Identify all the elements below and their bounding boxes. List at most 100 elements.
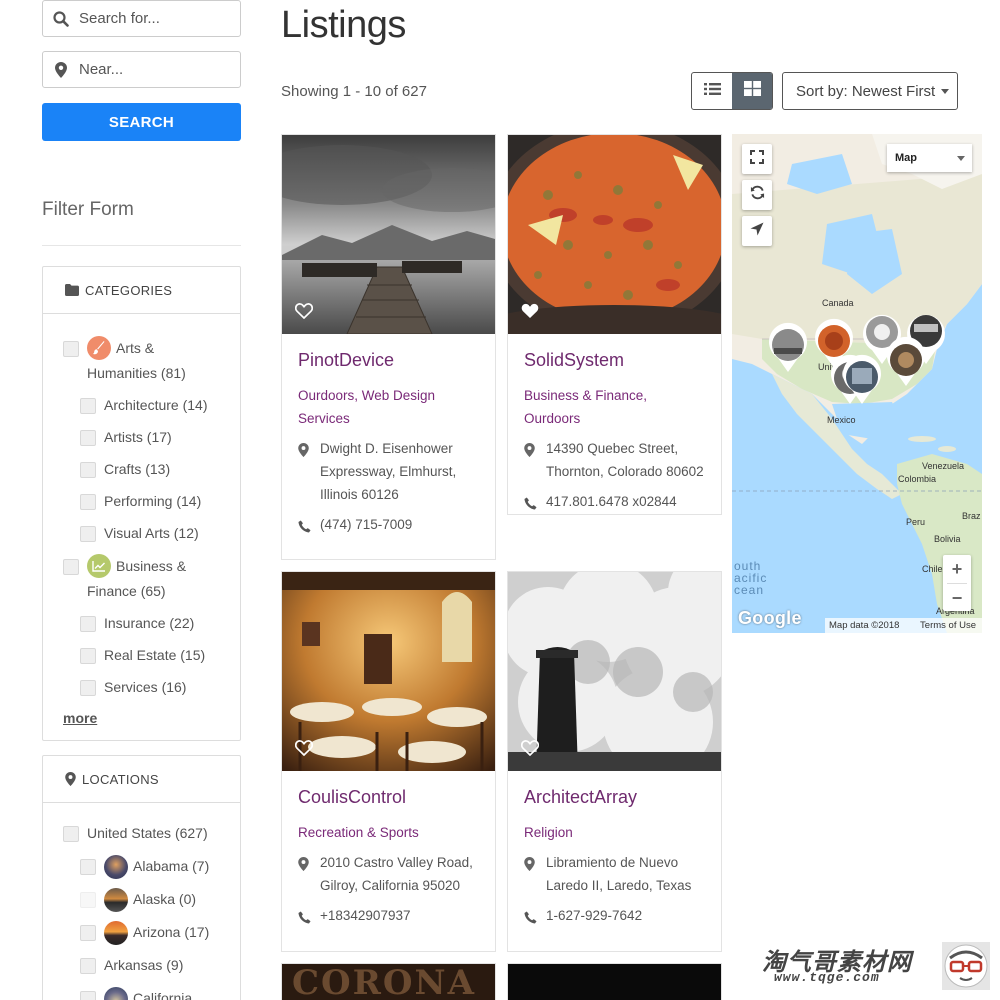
category-insurance[interactable]: Insurance (22) bbox=[63, 611, 240, 636]
listing-image[interactable] bbox=[508, 964, 721, 1000]
location-california[interactable]: California bbox=[63, 986, 240, 1000]
map-label-brazil: Braz bbox=[962, 511, 981, 521]
more-categories-link[interactable]: more bbox=[63, 710, 97, 726]
checkbox[interactable] bbox=[80, 430, 96, 446]
phone-icon bbox=[524, 490, 546, 517]
grid-view-button[interactable] bbox=[732, 73, 772, 109]
categories-header-label: CATEGORIES bbox=[85, 282, 173, 298]
keyword-input[interactable] bbox=[79, 10, 229, 27]
phone-icon bbox=[298, 513, 320, 540]
map-type-dropdown[interactable]: Map bbox=[887, 144, 972, 172]
checkbox[interactable] bbox=[80, 526, 96, 542]
terms-of-use-link[interactable]: Terms of Use bbox=[920, 620, 976, 631]
checkbox[interactable] bbox=[80, 616, 96, 632]
checkbox[interactable] bbox=[80, 648, 96, 664]
brush-icon bbox=[87, 336, 111, 361]
view-toggle bbox=[691, 72, 773, 110]
page-title: Listings bbox=[281, 4, 406, 46]
search-icon bbox=[43, 10, 79, 27]
location-arkansas[interactable]: Arkansas (9) bbox=[63, 953, 240, 978]
checkbox[interactable] bbox=[80, 462, 96, 478]
location-arrow-icon bbox=[750, 222, 764, 241]
category-artists[interactable]: Artists (17) bbox=[63, 425, 240, 450]
locations-header[interactable]: LOCATIONS bbox=[43, 756, 240, 803]
listing-categories[interactable]: Business & Finance, Ourdoors bbox=[524, 384, 705, 430]
checkbox[interactable] bbox=[80, 494, 96, 510]
listing-card[interactable] bbox=[507, 963, 722, 1000]
refresh-map-button[interactable] bbox=[742, 180, 772, 210]
sort-dropdown[interactable]: Sort by: Newest First bbox=[782, 72, 958, 110]
google-logo[interactable]: Google bbox=[738, 608, 802, 629]
location-input[interactable] bbox=[79, 61, 229, 78]
listing-image[interactable]: CORONA bbox=[282, 964, 495, 1000]
checkbox[interactable] bbox=[80, 924, 96, 941]
location-label: Alabama (7) bbox=[133, 858, 210, 874]
category-label: Arts & bbox=[116, 340, 155, 356]
category-architecture[interactable]: Architecture (14) bbox=[63, 393, 240, 418]
listing-card[interactable]: ArchitectArray Religion Libramiento de N… bbox=[507, 571, 722, 952]
checkbox[interactable] bbox=[80, 398, 96, 414]
my-location-button[interactable] bbox=[742, 216, 772, 246]
checkbox[interactable] bbox=[80, 858, 96, 875]
category-label: Artists (17) bbox=[104, 429, 172, 445]
location-united-states[interactable]: United States (627) bbox=[63, 821, 240, 846]
checkbox[interactable] bbox=[80, 957, 96, 974]
category-real-estate[interactable]: Real Estate (15) bbox=[63, 643, 240, 668]
checkbox[interactable] bbox=[63, 341, 79, 357]
map-attribution: Map data ©2018 Terms of Use bbox=[825, 618, 982, 633]
listing-card[interactable]: CORONA bbox=[281, 963, 496, 1000]
listing-image[interactable] bbox=[508, 135, 721, 334]
map-label-mexico: Mexico bbox=[827, 415, 856, 425]
listing-categories[interactable]: Recreation & Sports bbox=[298, 821, 479, 844]
listing-categories[interactable]: Religion bbox=[524, 821, 705, 844]
chart-line-icon bbox=[87, 554, 111, 579]
listing-categories[interactable]: Ourdoors, Web Design Services bbox=[298, 384, 479, 430]
location-alabama[interactable]: Alabama (7) bbox=[63, 854, 240, 879]
list-view-button[interactable] bbox=[692, 73, 732, 109]
paella-photo bbox=[508, 135, 721, 334]
listing-title[interactable]: PinotDevice bbox=[298, 350, 479, 371]
favorite-heart-icon[interactable] bbox=[294, 740, 314, 761]
search-button[interactable]: SEARCH bbox=[42, 103, 241, 141]
zoom-controls: + − bbox=[943, 555, 971, 611]
listing-title[interactable]: SolidSystem bbox=[524, 350, 705, 371]
category-label: Finance (65) bbox=[87, 583, 166, 599]
listings-map[interactable]: Map Canada Unite Mexico Venezuela Colomb… bbox=[732, 134, 982, 633]
favorite-heart-icon[interactable] bbox=[521, 303, 539, 324]
listing-title[interactable]: CoulisControl bbox=[298, 787, 479, 808]
favorite-heart-icon[interactable] bbox=[520, 740, 540, 761]
address-text: Dwight D. Eisenhower Expressway, Elmhurs… bbox=[320, 441, 457, 502]
listing-card[interactable]: SolidSystem Business & Finance, Ourdoors… bbox=[507, 134, 722, 515]
checkbox[interactable] bbox=[80, 891, 96, 908]
category-services[interactable]: Services (16) bbox=[63, 675, 240, 700]
checkbox[interactable] bbox=[80, 990, 96, 1000]
listing-image[interactable] bbox=[508, 572, 721, 771]
category-performing[interactable]: Performing (14) bbox=[63, 489, 240, 514]
location-alaska[interactable]: Alaska (0) bbox=[63, 887, 240, 912]
checkbox[interactable] bbox=[80, 680, 96, 696]
fullscreen-button[interactable] bbox=[742, 144, 772, 174]
category-label: Insurance (22) bbox=[104, 615, 195, 631]
zoom-out-button[interactable]: − bbox=[943, 584, 971, 612]
listing-title[interactable]: ArchitectArray bbox=[524, 787, 705, 808]
map-marker-icon bbox=[524, 851, 546, 897]
categories-header[interactable]: CATEGORIES bbox=[43, 267, 240, 314]
listing-card[interactable]: CoulisControl Recreation & Sports 2010 C… bbox=[281, 571, 496, 952]
category-crafts[interactable]: Crafts (13) bbox=[63, 457, 240, 482]
listing-image[interactable] bbox=[282, 572, 495, 771]
listing-card[interactable]: PinotDevice Ourdoors, Web Design Service… bbox=[281, 134, 496, 560]
category-arts-humanities[interactable]: Arts & Humanities (81) bbox=[63, 336, 240, 386]
location-arizona[interactable]: Arizona (17) bbox=[63, 920, 240, 945]
category-business-finance[interactable]: Business & Finance (65) bbox=[63, 554, 240, 604]
listing-phone: +18342907937 bbox=[298, 904, 479, 931]
map-marker-icon bbox=[65, 772, 76, 786]
listing-image[interactable] bbox=[282, 135, 495, 334]
location-search-field[interactable] bbox=[42, 51, 241, 88]
category-visual-arts[interactable]: Visual Arts (12) bbox=[63, 521, 240, 546]
checkbox[interactable] bbox=[63, 825, 79, 842]
favorite-heart-icon[interactable] bbox=[294, 303, 314, 324]
checkbox[interactable] bbox=[63, 559, 79, 575]
keyword-search-field[interactable] bbox=[42, 0, 241, 37]
location-label: Arkansas (9) bbox=[104, 957, 184, 973]
zoom-in-button[interactable]: + bbox=[943, 555, 971, 583]
